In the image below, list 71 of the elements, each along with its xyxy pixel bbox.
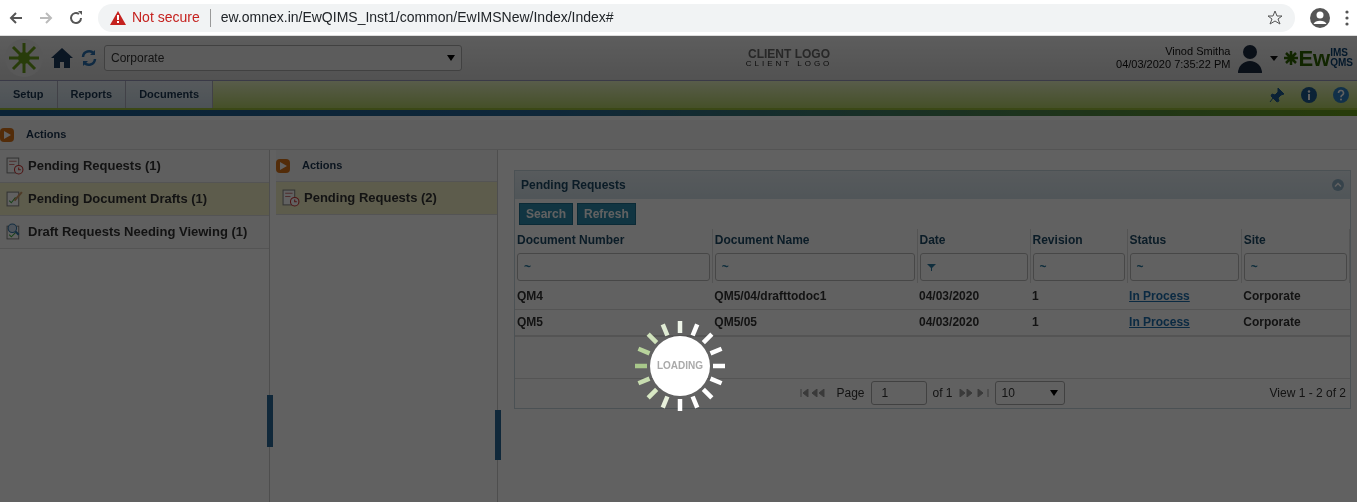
column-header[interactable]: Document Number <box>515 229 713 251</box>
column-header[interactable]: Site <box>1241 229 1350 251</box>
account-icon[interactable] <box>1309 6 1331 29</box>
table-cell: QM5 <box>515 309 713 335</box>
page-input[interactable]: 1 <box>870 381 927 405</box>
filter-field[interactable]: ~ <box>1129 253 1239 281</box>
menu-tab[interactable]: Setup <box>0 81 58 108</box>
document-pencil-icon <box>6 190 24 208</box>
info-icon[interactable] <box>1301 86 1317 103</box>
column-header[interactable]: Date <box>917 229 1031 251</box>
table-cell: 1 <box>1030 283 1128 309</box>
table-cell: 04/03/2020 <box>917 309 1031 335</box>
url-text: ew.omnex.in/EwQIMS_Inst1/common/EwIMSNew/Index/Index# <box>220 8 614 27</box>
document-clock-icon <box>6 157 24 175</box>
reload-icon[interactable] <box>68 9 84 26</box>
refresh-icon[interactable] <box>80 49 98 67</box>
date-time: 04/03/2020 7:35:22 PM <box>1116 58 1231 72</box>
back-icon[interactable] <box>8 9 24 26</box>
help-icon[interactable] <box>1333 86 1349 103</box>
table-cell: QM5/05 <box>712 309 917 335</box>
filter-icon <box>926 263 936 271</box>
caret-icon[interactable] <box>1270 55 1279 61</box>
user-avatar-icon[interactable] <box>1236 43 1265 73</box>
loading-label: LOADING <box>655 359 705 373</box>
star-icon[interactable] <box>1267 9 1283 26</box>
collapse-icon[interactable] <box>1332 179 1344 191</box>
grid-button[interactable]: Refresh <box>577 203 636 225</box>
scrollbar-thumb[interactable] <box>267 395 273 447</box>
warning-icon <box>110 10 126 25</box>
pager-arrows-icon[interactable] <box>958 389 989 397</box>
table-cell: 04/03/2020 <box>917 283 1031 309</box>
breadcrumb-text: Actions <box>26 127 67 143</box>
status-link[interactable]: In Process <box>1129 315 1190 329</box>
page-size-select[interactable]: 10 <box>994 381 1065 405</box>
filter-field[interactable]: ~ <box>517 253 710 281</box>
column-header[interactable]: Document Name <box>712 229 917 251</box>
grid-button[interactable]: Search <box>519 203 574 225</box>
list-item[interactable]: Pending Requests (2) <box>276 182 497 215</box>
page-count: of 1 <box>932 385 953 402</box>
user-name: Vinod Smitha <box>1164 44 1231 58</box>
table-cell: Corporate <box>1241 283 1350 309</box>
record-count: View 1 - 2 of 2 <box>1269 385 1346 402</box>
table-cell: QM4 <box>515 283 713 309</box>
breadcrumb-text: Actions <box>302 158 343 174</box>
menu-tab[interactable]: Reports <box>57 81 127 108</box>
security-label: Not secure <box>132 8 200 27</box>
column-header[interactable]: Revision <box>1030 229 1128 251</box>
page-label: Page <box>836 385 865 402</box>
filter-field[interactable]: ~ <box>714 253 915 281</box>
document-clock-icon <box>282 189 300 207</box>
column-header[interactable]: Status <box>1127 229 1242 251</box>
table-cell: QM5/04/drafttodoc1 <box>712 283 917 309</box>
pin-icon[interactable] <box>1269 86 1285 103</box>
asterisk-icon <box>1284 51 1299 65</box>
filter-field[interactable]: ~ <box>1032 253 1125 281</box>
home-icon[interactable] <box>50 47 74 69</box>
filter-field[interactable]: ~ <box>1243 253 1347 281</box>
table-cell: Corporate <box>1241 309 1350 335</box>
filter-field[interactable] <box>919 253 1028 281</box>
status-link[interactable]: In Process <box>1129 288 1190 303</box>
list-item[interactable]: Pending Document Drafts (1) <box>0 183 269 216</box>
forward-icon[interactable] <box>38 9 54 26</box>
menu-icon[interactable] <box>1345 9 1349 26</box>
table-cell: 1 <box>1030 309 1128 335</box>
scrollbar-thumb[interactable] <box>495 410 501 460</box>
site-select[interactable]: Corporate <box>104 45 462 71</box>
menu-tab[interactable]: Documents <box>126 81 214 108</box>
address-bar[interactable]: Not secure ew.omnex.in/EwQIMS_Inst1/common/EwIMSNew/Index/Index# <box>98 3 1295 32</box>
dropdown-caret-icon <box>1049 390 1058 396</box>
dropdown-caret-icon <box>447 55 455 61</box>
grid-title: Pending Requests <box>521 177 626 194</box>
